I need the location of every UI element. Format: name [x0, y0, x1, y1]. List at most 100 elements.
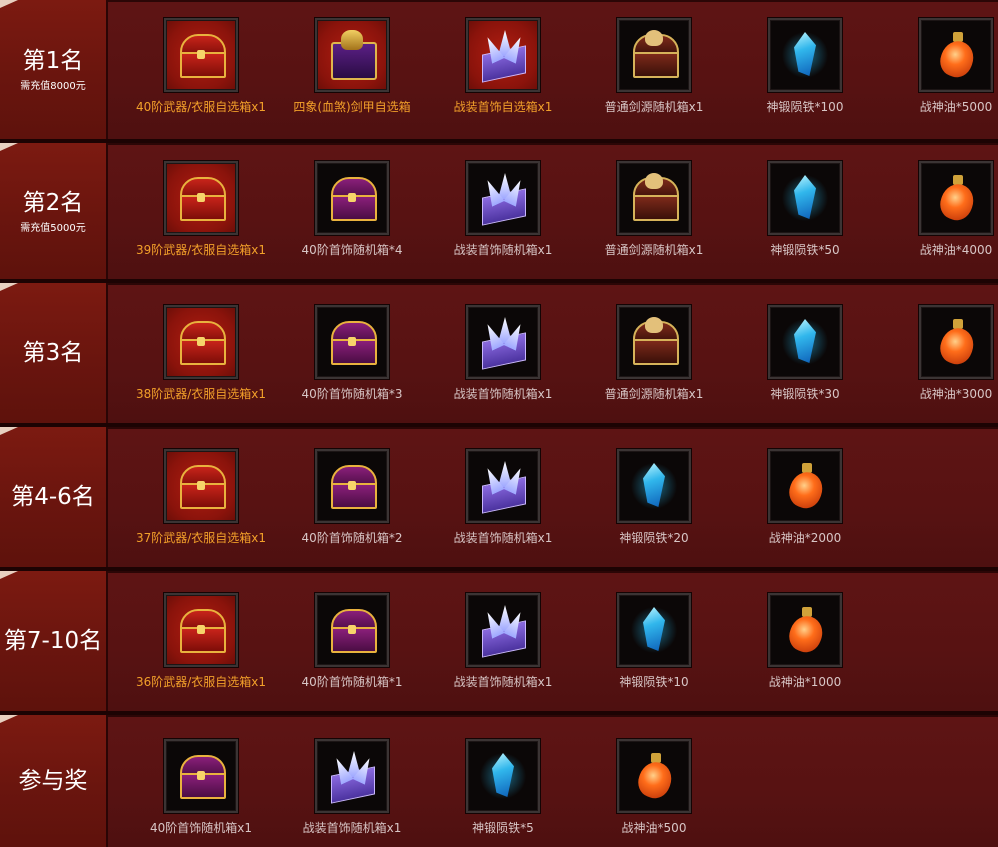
corner-ribbon-icon [0, 0, 18, 8]
item-label: 战神油*4000 [919, 243, 993, 257]
item-slot[interactable] [617, 161, 691, 235]
skull-treasure-chest-icon [627, 315, 681, 369]
reward-item[interactable]: 战神油*500 [579, 739, 729, 836]
item-slot[interactable] [466, 305, 540, 379]
reward-item[interactable]: 40阶首饰随机箱x1 [126, 739, 276, 836]
reward-item[interactable]: 39阶武器/衣服自选箱x1 [126, 161, 276, 258]
reward-item[interactable]: 战装首饰自选箱x1 [428, 18, 578, 115]
item-slot[interactable] [164, 739, 238, 813]
item-slot[interactable] [164, 305, 238, 379]
reward-item[interactable]: 36阶武器/衣服自选箱x1 [126, 593, 276, 690]
winged-purple-box-icon [476, 28, 530, 83]
item-slot[interactable] [466, 18, 540, 92]
reward-item[interactable]: 普通剑源随机箱x1 [579, 161, 729, 258]
red-treasure-chest-icon [174, 28, 228, 82]
item-slot[interactable] [315, 593, 389, 667]
reward-item[interactable]: 神锻陨铁*100 [730, 18, 880, 115]
reward-item[interactable]: 40阶首饰随机箱*4 [277, 161, 427, 258]
reward-item[interactable]: 战装首饰随机箱x1 [428, 161, 578, 258]
rank-requirement: 需充值8000元 [20, 81, 86, 92]
orange-potion-flask-icon [778, 459, 832, 513]
rank-title: 第1名 [22, 48, 84, 74]
reward-item[interactable]: 战神油*4000 [881, 161, 998, 258]
item-slot[interactable] [164, 18, 238, 92]
item-label: 40阶首饰随机箱*1 [301, 675, 403, 689]
item-slot[interactable] [617, 449, 691, 523]
armor-chest-icon [325, 28, 379, 82]
reward-row-rank-2: 第2名 需充值5000元 39阶武器/衣服自选箱x1 40阶首饰随机箱*4 战装… [0, 143, 998, 279]
reward-row-participation: 参与奖 40阶首饰随机箱x1 战装首饰随机箱x1 神锻陨铁*5 战神油*500 [0, 715, 998, 847]
item-slot[interactable] [466, 593, 540, 667]
item-slot[interactable] [315, 305, 389, 379]
item-slot[interactable] [164, 161, 238, 235]
rank-title: 第7-10名 [3, 628, 103, 654]
item-slot[interactable] [617, 305, 691, 379]
item-slot[interactable] [768, 449, 842, 523]
reward-item[interactable]: 38阶武器/衣服自选箱x1 [126, 305, 276, 402]
reward-item[interactable]: 战神油*2000 [730, 449, 880, 546]
item-slot[interactable] [315, 739, 389, 813]
reward-item[interactable]: 神锻陨铁*20 [579, 449, 729, 546]
reward-item[interactable]: 神锻陨铁*50 [730, 161, 880, 258]
blue-crystal-icon [627, 459, 681, 513]
reward-item[interactable]: 40阶首饰随机箱*3 [277, 305, 427, 402]
reward-item[interactable]: 四象(血煞)剑甲自选箱 [277, 18, 427, 115]
orange-potion-flask-icon [929, 28, 983, 82]
item-slot[interactable] [617, 593, 691, 667]
reward-item[interactable]: 普通剑源随机箱x1 [579, 305, 729, 402]
reward-item[interactable]: 战神油*5000 [881, 18, 998, 115]
rank-requirement: 需充值5000元 [20, 222, 86, 234]
item-slot[interactable] [315, 18, 389, 92]
reward-item[interactable]: 神锻陨铁*10 [579, 593, 729, 690]
reward-item[interactable]: 神锻陨铁*30 [730, 305, 880, 402]
item-slot[interactable] [768, 18, 842, 92]
reward-item[interactable]: 战装首饰随机箱x1 [428, 305, 578, 402]
item-label: 40阶首饰随机箱*3 [301, 387, 403, 401]
blue-crystal-icon [778, 315, 832, 369]
reward-item[interactable]: 战装首饰随机箱x1 [428, 593, 578, 690]
item-slot[interactable] [164, 593, 238, 667]
item-slot[interactable] [919, 161, 993, 235]
winged-purple-box-icon [476, 315, 530, 370]
item-label: 36阶武器/衣服自选箱x1 [135, 675, 267, 689]
reward-item[interactable]: 战神油*3000 [881, 305, 998, 402]
rank-panel: 第1名 需充值8000元 [0, 0, 108, 139]
reward-item[interactable]: 战神油*1000 [730, 593, 880, 690]
item-slot[interactable] [768, 305, 842, 379]
item-slot[interactable] [466, 739, 540, 813]
item-slot[interactable] [315, 449, 389, 523]
item-slot[interactable] [315, 161, 389, 235]
item-slot[interactable] [164, 449, 238, 523]
reward-items: 40阶首饰随机箱x1 战装首饰随机箱x1 神锻陨铁*5 战神油*500 [108, 715, 998, 847]
reward-item[interactable]: 神锻陨铁*5 [428, 739, 578, 836]
item-slot[interactable] [617, 18, 691, 92]
reward-item[interactable]: 战装首饰随机箱x1 [428, 449, 578, 546]
item-slot[interactable] [617, 739, 691, 813]
orange-potion-flask-icon [778, 603, 832, 657]
item-label: 神锻陨铁*50 [770, 243, 840, 257]
item-slot[interactable] [768, 593, 842, 667]
item-slot[interactable] [466, 449, 540, 523]
reward-item[interactable]: 40阶首饰随机箱*1 [277, 593, 427, 690]
corner-ribbon-icon [0, 715, 18, 723]
reward-row-rank-1: 第1名 需充值8000元 40阶武器/衣服自选箱x1 四象(血煞)剑甲自选箱 战… [0, 0, 998, 139]
item-label: 神锻陨铁*10 [619, 675, 689, 689]
item-label: 神锻陨铁*100 [766, 100, 844, 114]
item-label: 神锻陨铁*20 [619, 531, 689, 545]
item-slot[interactable] [919, 305, 993, 379]
reward-item[interactable]: 战装首饰随机箱x1 [277, 739, 427, 836]
item-slot[interactable] [768, 161, 842, 235]
item-slot[interactable] [466, 161, 540, 235]
item-label: 战神油*3000 [919, 387, 993, 401]
reward-item[interactable]: 40阶武器/衣服自选箱x1 [126, 18, 276, 115]
item-label: 战神油*2000 [768, 531, 842, 545]
item-label: 战装首饰随机箱x1 [453, 531, 553, 545]
reward-items: 38阶武器/衣服自选箱x1 40阶首饰随机箱*3 战装首饰随机箱x1 普通剑源随… [108, 283, 998, 423]
item-label: 战神油*500 [621, 821, 687, 835]
item-label: 神锻陨铁*5 [472, 821, 534, 835]
reward-row-rank-7-10: 第7-10名 36阶武器/衣服自选箱x1 40阶首饰随机箱*1 战装首饰随机箱x… [0, 571, 998, 711]
reward-item[interactable]: 普通剑源随机箱x1 [579, 18, 729, 115]
reward-item[interactable]: 40阶首饰随机箱*2 [277, 449, 427, 546]
item-slot[interactable] [919, 18, 993, 92]
reward-item[interactable]: 37阶武器/衣服自选箱x1 [126, 449, 276, 546]
